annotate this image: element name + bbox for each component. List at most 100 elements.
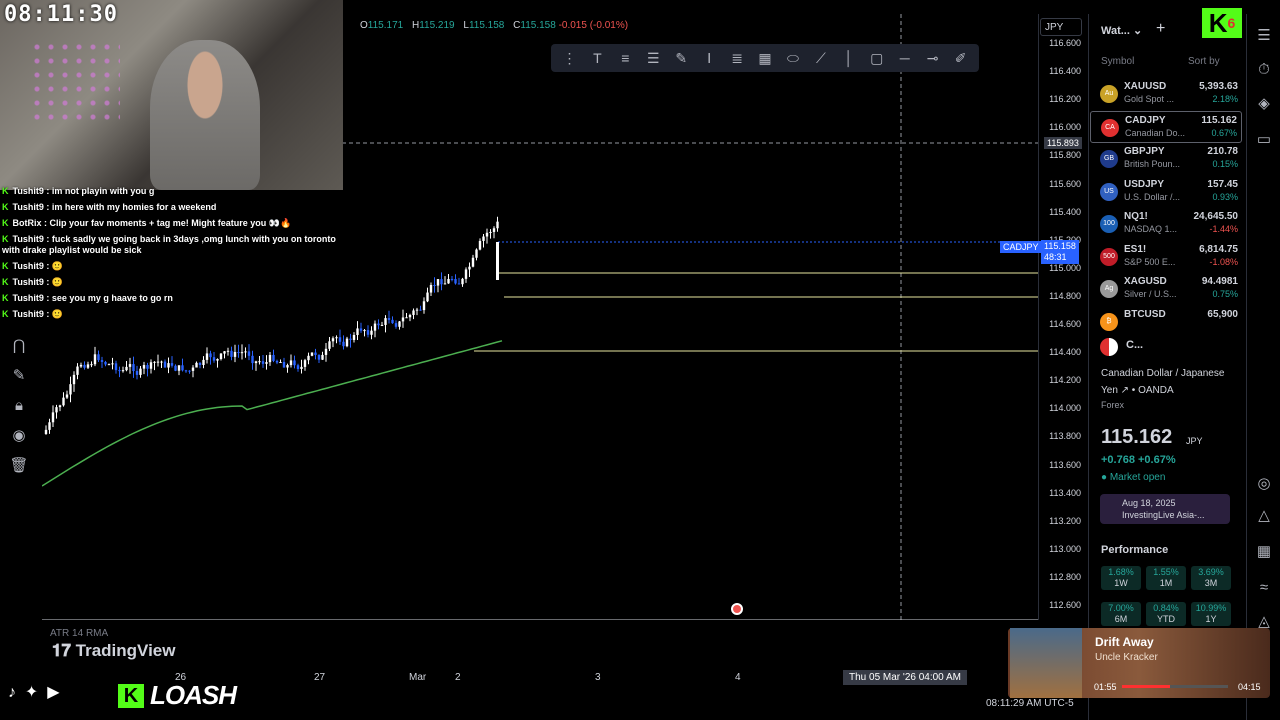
drag-handle-icon[interactable]: ⋮	[557, 47, 582, 69]
distribute-tool-icon[interactable]: ☰	[641, 47, 666, 69]
trendline-tool-icon[interactable]: ⟋	[808, 47, 833, 69]
bottom-clock: 08:11:29 AM UTC-5	[986, 698, 1074, 709]
candle-body	[443, 283, 447, 285]
perf-cell-ytd: 0.84% YTD	[1146, 602, 1186, 626]
candle-body	[86, 364, 90, 368]
candle-body	[104, 361, 107, 365]
rectangle-tool-icon[interactable]: ▢	[864, 47, 889, 69]
row-last-price: 24,645.50	[1193, 211, 1239, 222]
pencil-lock-icon[interactable]: ✎	[6, 362, 32, 388]
chat-text: im here with my homies for a weekend	[51, 202, 217, 212]
candle-body	[111, 363, 114, 365]
align-tool-icon[interactable]: ≡	[613, 47, 638, 69]
price-tick: 116.000	[1049, 122, 1081, 133]
song-current-time: 01:55	[1094, 682, 1117, 692]
kick-badge-icon: K	[2, 293, 9, 303]
candle-body	[142, 365, 146, 369]
eye-icon[interactable]: ◉	[6, 422, 32, 448]
price-axis[interactable]: 116.600 116.400 116.200 116.000 115.800 115.6…	[1038, 14, 1087, 620]
candle-body	[188, 370, 191, 372]
row-description: S&P 500 E...	[1124, 256, 1176, 267]
candle-body	[240, 352, 244, 354]
candle-body	[195, 362, 198, 368]
row-description: NASDAQ 1...	[1124, 224, 1178, 234]
lines-tool-icon[interactable]: ≣	[725, 47, 750, 69]
candle-body	[247, 351, 251, 356]
webcam-lights	[30, 40, 120, 120]
candle-body	[338, 337, 342, 342]
text-tool-icon[interactable]: T	[585, 47, 610, 69]
watchlist-row-xauusd[interactable]: Au XAUUSD Gold Spot ... 5,393.63 2.18%	[1090, 78, 1242, 110]
target-icon[interactable]: ◎	[1253, 472, 1275, 494]
horizontal-line-tool-icon[interactable]: ─	[892, 47, 917, 69]
candle-body	[282, 361, 286, 368]
song-title: Drift Away	[1095, 635, 1154, 649]
chat-username: Tushit9	[12, 309, 44, 319]
currency-select[interactable]: JPY	[1040, 18, 1082, 36]
candle-body	[366, 330, 370, 335]
candle-body	[377, 323, 380, 326]
chat-message: K Tushit9 : fuck sadly we going back in 3…	[2, 234, 336, 255]
chat-message: K BotRix : Clip your fav moments + tag me…	[2, 218, 292, 228]
candle-body	[160, 361, 163, 363]
candle-body	[212, 357, 216, 361]
candle-body	[44, 429, 48, 434]
perf-cell-3m: 3.69% 3M	[1191, 566, 1231, 590]
watchlist-icon[interactable]: ☰	[1253, 24, 1275, 46]
lock-icon[interactable]: 🔒︎	[6, 392, 32, 418]
chat-message: K Tushit9 : im here with my homies for a …	[2, 202, 217, 212]
watchlist-row-btcusd[interactable]: ₿ BTCUSD 65,900	[1090, 306, 1242, 338]
watchlist-row-gbpjpy[interactable]: GB GBPJPY British Poun... 210.78 0.15%	[1090, 143, 1242, 175]
chat-username: BotRix	[12, 218, 42, 228]
symbol-logo-icon: Ag	[1100, 280, 1118, 298]
calendar-icon[interactable]: ▦	[1253, 540, 1275, 562]
watchlist-title[interactable]: Wat... ⌄	[1101, 24, 1142, 37]
candle-body	[97, 354, 100, 361]
perf-period: 1Y	[1205, 614, 1217, 624]
vertical-line-tool-icon[interactable]: │	[836, 47, 861, 69]
row-change: -1.44%	[1209, 224, 1238, 234]
text-cursor-tool-icon[interactable]: Ⅰ	[697, 47, 722, 69]
layers-icon[interactable]: ◈	[1253, 92, 1275, 114]
indicator-label[interactable]: ATR 14 RMA	[50, 628, 108, 639]
chat-icon[interactable]: ▭	[1253, 128, 1275, 150]
triangle-icon[interactable]: △	[1253, 504, 1275, 526]
candle-body	[191, 367, 195, 371]
watchlist-row-nq1[interactable]: 100 NQ1! NASDAQ 1... 24,645.50 -1.44%	[1090, 208, 1242, 240]
candle-body	[447, 278, 450, 284]
perf-period: 1M	[1159, 578, 1173, 588]
horizontal-ray-tool-icon[interactable]: ⊸	[920, 47, 945, 69]
kick-badge-icon: K	[2, 261, 9, 271]
pen-tool-icon[interactable]: ✐	[948, 47, 973, 69]
price-tick: 113.600	[1049, 459, 1081, 470]
watchlist-row-usdjpy[interactable]: US USDJPY U.S. Dollar /... 157.45 0.93%	[1090, 176, 1242, 208]
row-description: British Poun...	[1124, 159, 1181, 169]
feed-icon[interactable]: ≈	[1253, 576, 1275, 598]
watchlist-row-cadjpy[interactable]: CA CADJPY Canadian Do... 115.162 0.67%	[1090, 110, 1242, 143]
brush-tool-icon[interactable]: ✎	[669, 47, 694, 69]
symbol-column-header[interactable]: Symbol	[1101, 56, 1134, 67]
watchlist-row-xagusd[interactable]: Ag XAGUSD Silver / U.S... 94.4981 0.75%	[1090, 273, 1242, 305]
trash-icon[interactable]: 🗑︎	[6, 452, 32, 478]
symbol-tag: CADJPY	[1000, 241, 1042, 253]
magnet-icon[interactable]: ⋂	[6, 332, 32, 358]
shape-tool-icon[interactable]: ⬭	[781, 47, 806, 69]
watchlist-row-es1[interactable]: 500 ES1! S&P 500 E... 6,814.75 -1.08%	[1090, 241, 1242, 273]
song-progress	[1122, 685, 1228, 688]
sort-by-header[interactable]: Sort by	[1188, 56, 1220, 67]
price-tick: 116.600	[1049, 38, 1081, 48]
social-icons: ♪ ✦ ▶	[8, 682, 60, 702]
price-tick: 115.600	[1049, 178, 1081, 189]
candle-body	[139, 368, 142, 375]
candle-body	[359, 328, 363, 331]
row-symbol: XAUUSD	[1124, 81, 1167, 92]
grid-tool-icon[interactable]: ▦	[753, 47, 778, 69]
add-symbol-icon[interactable]: +	[1156, 20, 1165, 38]
candle-body	[485, 232, 489, 237]
detail-symbol[interactable]: C...	[1126, 339, 1143, 351]
candle-body	[265, 362, 268, 364]
alerts-clock-icon[interactable]: ⏱	[1253, 58, 1275, 80]
news-card[interactable]: Aug 18, 2025 InvestingLive Asia-...	[1100, 494, 1230, 524]
perf-cell-6m: 7.00% 6M	[1101, 602, 1141, 626]
candle-body	[167, 363, 170, 368]
